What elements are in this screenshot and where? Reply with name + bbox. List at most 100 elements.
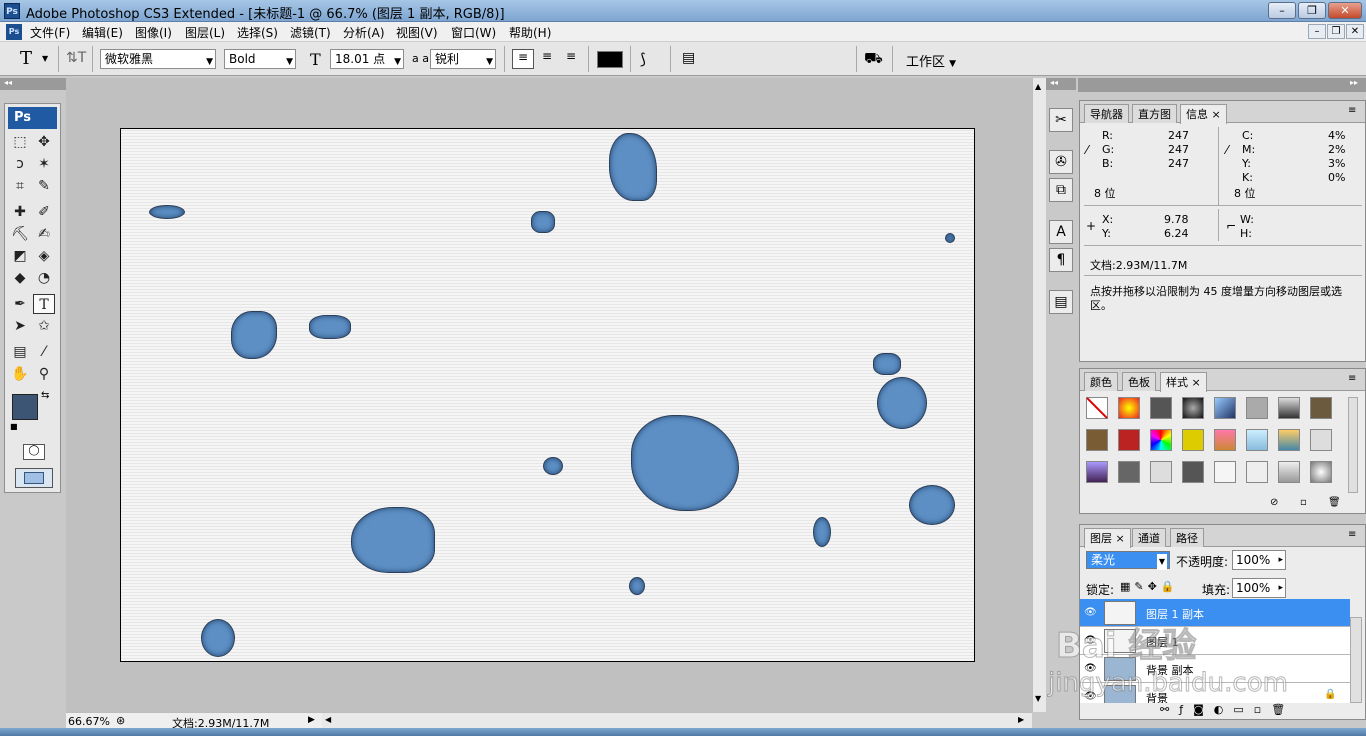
style-swatch[interactable] xyxy=(1150,397,1172,419)
panel-menu-icon[interactable]: ≡ xyxy=(1348,105,1356,116)
screen-mode-icon[interactable] xyxy=(15,468,53,488)
magic-wand-tool-icon[interactable]: ✶ xyxy=(33,154,55,174)
type-tool-icon[interactable]: T xyxy=(33,294,55,314)
clear-style-icon[interactable]: ⊘ xyxy=(1270,497,1278,508)
menu-edit[interactable]: 编辑(E) xyxy=(82,24,123,41)
crop-tool-icon[interactable]: ⌗ xyxy=(9,176,31,196)
history-brush-icon[interactable]: ✍ xyxy=(33,224,55,244)
style-swatch[interactable] xyxy=(1278,397,1300,419)
paint-bucket-icon[interactable]: ◈ xyxy=(33,246,55,266)
clone-source-icon[interactable]: ⧉ xyxy=(1049,178,1073,202)
style-swatch[interactable] xyxy=(1118,429,1140,451)
document-canvas[interactable] xyxy=(120,128,975,662)
bridge-icon[interactable]: ⛟ xyxy=(864,49,883,69)
healing-brush-icon[interactable]: ✚ xyxy=(9,202,31,222)
font-family-select[interactable]: 微软雅黑 ▼ xyxy=(100,49,216,69)
lasso-tool-icon[interactable]: ↄ xyxy=(9,154,31,174)
menu-window[interactable]: 窗口(W) xyxy=(451,24,496,41)
doc-restore-button[interactable]: ❐ xyxy=(1327,24,1345,39)
menu-help[interactable]: 帮助(H) xyxy=(509,24,551,41)
zoom-level[interactable]: 66.67% xyxy=(68,715,110,728)
tab-color[interactable]: 颜色 xyxy=(1084,372,1118,391)
eraser-tool-icon[interactable]: ◩ xyxy=(9,246,31,266)
style-swatch[interactable] xyxy=(1310,461,1332,483)
custom-shape-icon[interactable]: ✩ xyxy=(33,316,55,336)
tab-info[interactable]: 信息 × xyxy=(1180,104,1227,124)
close-icon[interactable]: × xyxy=(1212,108,1221,121)
path-selection-icon[interactable]: ➤ xyxy=(9,316,31,336)
eyedropper-icon[interactable]: ⁄ xyxy=(33,342,55,362)
style-swatch[interactable] xyxy=(1086,429,1108,451)
style-swatch[interactable] xyxy=(1246,429,1268,451)
style-swatch[interactable] xyxy=(1246,397,1268,419)
slice-tool-icon[interactable]: ✎ xyxy=(33,176,55,196)
toolbox-grip[interactable]: ◂◂ xyxy=(0,78,66,90)
lock-icons[interactable]: ▦✎✥🔒 xyxy=(1120,580,1179,593)
scroll-left-icon[interactable]: ◀ xyxy=(325,715,331,724)
tab-channels[interactable]: 通道 xyxy=(1132,528,1166,547)
close-button[interactable]: ✕ xyxy=(1328,2,1362,19)
tool-presets-icon[interactable]: ✂ xyxy=(1049,108,1073,132)
doc-minimize-button[interactable]: – xyxy=(1308,24,1326,39)
style-swatch[interactable] xyxy=(1150,461,1172,483)
style-swatch[interactable] xyxy=(1310,397,1332,419)
character-icon[interactable]: A xyxy=(1049,220,1073,244)
chevron-right-icon[interactable]: ▸ xyxy=(1278,579,1283,597)
move-tool-icon[interactable]: ✥ xyxy=(33,132,55,152)
menu-image[interactable]: 图像(I) xyxy=(135,24,172,41)
tab-styles[interactable]: 样式 × xyxy=(1160,372,1207,392)
style-swatch[interactable] xyxy=(1278,429,1300,451)
brush-tool-icon[interactable]: ✐ xyxy=(33,202,55,222)
default-colors-icon[interactable]: ■ xyxy=(10,422,18,431)
menu-analysis[interactable]: 分析(A) xyxy=(343,24,385,41)
marquee-tool-icon[interactable]: ⬚ xyxy=(9,132,31,152)
close-icon[interactable]: × xyxy=(1116,532,1125,545)
tab-navigator[interactable]: 导航器 xyxy=(1084,104,1129,123)
style-swatch[interactable] xyxy=(1278,461,1300,483)
blur-tool-icon[interactable]: ◆ xyxy=(9,268,31,288)
strip-grip[interactable]: ◂◂ xyxy=(1046,78,1076,90)
font-style-select[interactable]: Bold ▼ xyxy=(224,49,296,69)
style-swatch[interactable] xyxy=(1182,429,1204,451)
scroll-down-icon[interactable]: ▼ xyxy=(1035,694,1041,703)
menu-layer[interactable]: 图层(L) xyxy=(185,24,225,41)
align-left-icon[interactable]: ≡ xyxy=(512,49,534,69)
tab-histogram[interactable]: 直方图 xyxy=(1132,104,1177,123)
panel-menu-icon[interactable]: ≡ xyxy=(1348,529,1356,540)
style-swatch[interactable] xyxy=(1118,461,1140,483)
style-swatch[interactable] xyxy=(1214,461,1236,483)
panel-dock-grip[interactable]: ▸▸ xyxy=(1078,78,1366,92)
text-color-swatch[interactable] xyxy=(597,51,623,68)
status-menu-icon[interactable]: ▶ xyxy=(308,715,315,725)
scroll-up-icon[interactable]: ▲ xyxy=(1035,82,1041,91)
eye-icon[interactable]: 👁 xyxy=(1084,607,1097,618)
doc-close-button[interactable]: ✕ xyxy=(1346,24,1364,39)
close-icon[interactable]: × xyxy=(1192,376,1201,389)
align-center-icon[interactable]: ≡ xyxy=(536,49,558,69)
style-swatch[interactable] xyxy=(1310,429,1332,451)
character-panel-icon[interactable]: ▤ xyxy=(682,50,695,66)
layer-comps-icon[interactable]: ▤ xyxy=(1049,290,1073,314)
quick-mask-icon[interactable]: ◯ xyxy=(23,444,45,460)
menu-file[interactable]: 文件(F) xyxy=(30,24,70,41)
vertical-scrollbar[interactable]: ▲ ▼ xyxy=(1032,78,1046,712)
styles-scrollbar[interactable] xyxy=(1348,397,1358,493)
zoom-tool-icon[interactable]: ⚲ xyxy=(33,364,55,384)
menu-view[interactable]: 视图(V) xyxy=(396,24,438,41)
swap-colors-icon[interactable]: ⇆ xyxy=(41,390,49,401)
blend-mode-select[interactable]: 柔光 ▼ xyxy=(1086,551,1170,570)
workspace-menu[interactable]: 工作区 ▼ xyxy=(906,51,956,70)
font-size-input[interactable]: 18.01 点 ▼ xyxy=(330,49,404,69)
clone-stamp-icon[interactable]: ⛏ xyxy=(9,224,31,244)
maximize-button[interactable]: ❐ xyxy=(1298,2,1326,19)
chevron-right-icon[interactable]: ▸ xyxy=(1278,551,1283,569)
tab-paths[interactable]: 路径 xyxy=(1170,528,1204,547)
pen-tool-icon[interactable]: ✒ xyxy=(9,294,31,314)
style-swatch[interactable] xyxy=(1086,461,1108,483)
horizontal-scrollbar[interactable]: ◀ ▶ xyxy=(322,712,1032,728)
tool-preset-picker[interactable]: T ▼ xyxy=(8,46,52,72)
style-swatch[interactable] xyxy=(1214,429,1236,451)
foreground-color-swatch[interactable] xyxy=(12,394,38,420)
style-swatch[interactable] xyxy=(1118,397,1140,419)
tab-layers[interactable]: 图层 × xyxy=(1084,528,1131,548)
